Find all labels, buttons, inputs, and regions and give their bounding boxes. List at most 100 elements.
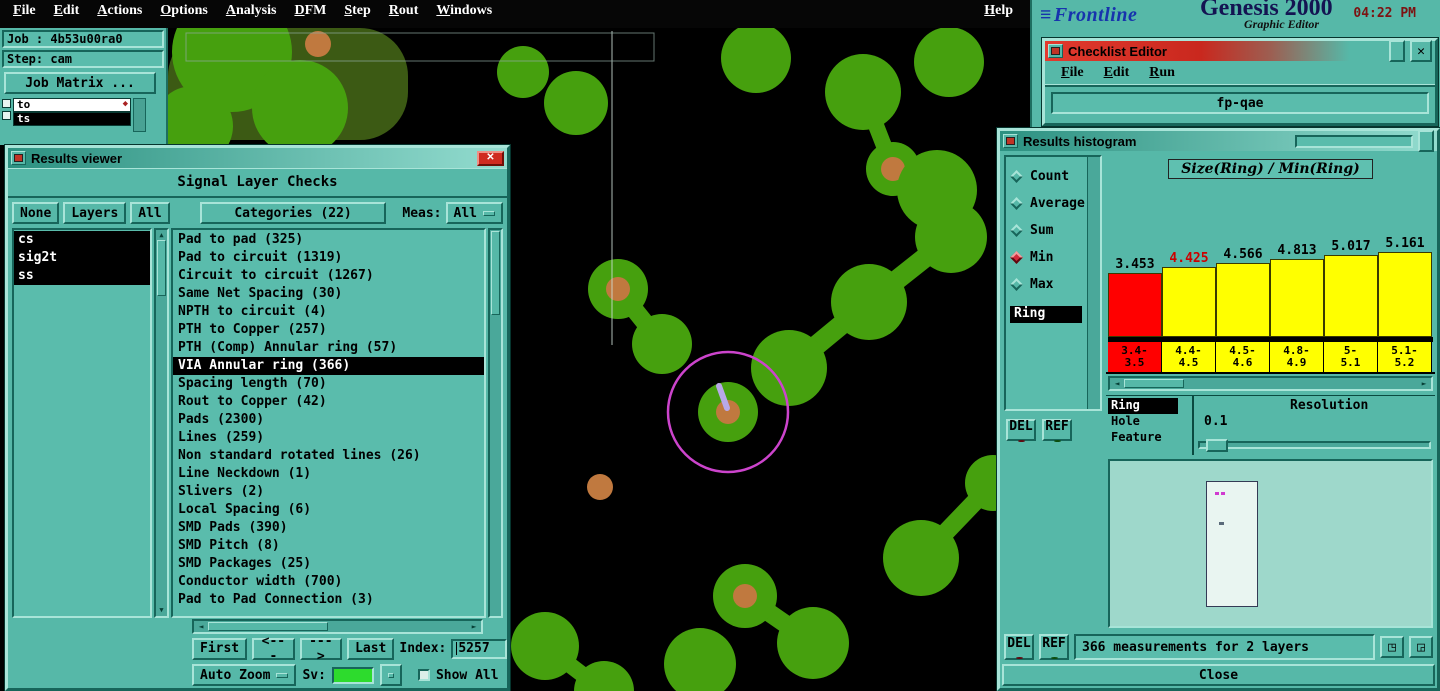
menu-edit[interactable]: Edit <box>45 1 89 21</box>
categories-scrollbar[interactable] <box>488 228 503 618</box>
layer-row[interactable]: ts <box>13 112 131 126</box>
category-item[interactable]: Pad to circuit (1319) <box>173 249 484 267</box>
meas-dropdown[interactable]: All <box>445 202 503 224</box>
scroll-left-icon[interactable]: ◄ <box>194 622 208 631</box>
menu-windows[interactable]: Windows <box>427 1 501 21</box>
menu-step[interactable]: Step <box>335 1 379 21</box>
category-item[interactable]: Line Neckdown (1) <box>173 465 484 483</box>
scrollbar-thumb[interactable] <box>491 231 500 315</box>
category-item[interactable]: PTH (Comp) Annular ring (57) <box>173 339 484 357</box>
category-item[interactable]: Pads (2300) <box>173 411 484 429</box>
measure-item[interactable]: Hole <box>1108 414 1178 430</box>
step-field[interactable]: Step: cam <box>2 50 164 68</box>
auto-zoom-dropdown[interactable]: Auto Zoom <box>192 664 297 686</box>
category-item[interactable]: Rout to Copper (42) <box>173 393 484 411</box>
job-field[interactable]: Job : 4b53u00ra0 <box>2 30 164 48</box>
close-icon[interactable]: ✕ <box>1410 40 1432 62</box>
layer-item[interactable]: cs <box>14 231 150 249</box>
category-item[interactable]: VIA Annular ring (366) <box>173 357 484 375</box>
category-item[interactable]: PTH to Copper (257) <box>173 321 484 339</box>
layer-item[interactable]: sig2t <box>14 249 150 267</box>
histogram-bar[interactable]: 4.813 <box>1270 243 1324 337</box>
layer-item[interactable]: ss <box>14 267 150 285</box>
menu-help[interactable]: Help <box>975 1 1022 21</box>
measurement-preview[interactable] <box>1108 459 1433 628</box>
filter-all-button[interactable]: All <box>130 202 170 224</box>
category-item[interactable]: Pad to Pad Connection (3) <box>173 591 484 609</box>
scrollbar-thumb[interactable] <box>208 622 328 631</box>
zoom-view-icon[interactable]: ◲ <box>1409 636 1433 658</box>
titlebar-button[interactable] <box>1418 130 1434 152</box>
ref-button[interactable]: REF <box>1039 634 1069 660</box>
checklist-menu-file[interactable]: File <box>1053 63 1092 83</box>
filter-layers-button[interactable]: Layers <box>63 202 127 224</box>
layer-list-scrollbar[interactable] <box>133 98 146 132</box>
del-button[interactable]: DEL <box>1004 634 1034 660</box>
filter-none-button[interactable]: None <box>12 202 60 224</box>
checklist-editor-titlebar[interactable]: Checklist Editor ✕ <box>1045 40 1435 62</box>
measure-item[interactable]: Feature <box>1108 430 1178 446</box>
measure-item[interactable]: Ring <box>1108 398 1178 414</box>
category-item[interactable]: Spacing length (70) <box>173 375 484 393</box>
menu-file[interactable]: File <box>4 1 45 21</box>
series-item[interactable]: Ring <box>1010 306 1082 323</box>
index-input[interactable]: 5257 <box>451 638 507 659</box>
ref-button[interactable]: REF <box>1042 419 1072 442</box>
category-item[interactable]: Pad to pad (325) <box>173 231 484 249</box>
scrollbar-thumb[interactable] <box>157 240 166 296</box>
category-item[interactable]: SMD Pads (390) <box>173 519 484 537</box>
stat-option-average[interactable]: Average <box>1006 190 1087 217</box>
category-item[interactable]: SMD Packages (25) <box>173 555 484 573</box>
window-menu-icon[interactable] <box>1048 44 1063 58</box>
shade-button[interactable] <box>1389 40 1405 62</box>
scroll-right-icon[interactable]: ► <box>467 622 481 631</box>
category-item[interactable]: NPTH to circuit (4) <box>173 303 484 321</box>
category-item[interactable]: Lines (259) <box>173 429 484 447</box>
resolution-slider[interactable] <box>1198 439 1431 452</box>
menu-options[interactable]: Options <box>151 1 216 21</box>
scroll-left-icon[interactable]: ◄ <box>1110 379 1124 388</box>
histogram-bar[interactable]: 4.425 <box>1162 251 1216 337</box>
stat-scrollbar[interactable] <box>1087 157 1100 409</box>
scroll-right-icon[interactable]: ► <box>1417 379 1431 388</box>
checklist-name-field[interactable]: fp-qae <box>1051 92 1429 114</box>
menu-actions[interactable]: Actions <box>88 1 151 21</box>
stat-option-min[interactable]: Min <box>1006 244 1087 271</box>
results-viewer-titlebar[interactable]: Results viewer ✕ <box>8 148 507 168</box>
layer-checkbox[interactable] <box>2 99 11 108</box>
layers-scrollbar[interactable]: ▲ ▼ <box>154 228 169 618</box>
category-item[interactable]: Same Net Spacing (30) <box>173 285 484 303</box>
histogram-hscrollbar[interactable]: ◄ ► <box>1108 376 1433 391</box>
show-all-checkbox[interactable] <box>417 669 430 681</box>
menu-rout[interactable]: Rout <box>380 1 428 21</box>
window-menu-icon[interactable] <box>11 151 26 165</box>
category-item[interactable]: Conductor width (700) <box>173 573 484 591</box>
sv-dropdown[interactable] <box>379 664 402 686</box>
category-item[interactable]: Local Spacing (6) <box>173 501 484 519</box>
histogram-bar[interactable]: 3.453 <box>1108 257 1162 337</box>
menu-analysis[interactable]: Analysis <box>217 1 286 21</box>
close-icon[interactable]: ✕ <box>477 150 504 166</box>
stat-option-count[interactable]: Count <box>1006 163 1087 190</box>
category-item[interactable]: Slivers (2) <box>173 483 484 501</box>
categories-header-button[interactable]: Categories (22) <box>199 202 387 224</box>
job-matrix-button[interactable]: Job Matrix ... <box>4 72 156 94</box>
histogram-bar[interactable]: 4.566 <box>1216 247 1270 337</box>
scroll-down-icon[interactable]: ▼ <box>159 606 163 615</box>
layer-row[interactable]: to ◆ <box>13 98 131 112</box>
category-item[interactable]: SMD Pitch (8) <box>173 537 484 555</box>
layer-checkbox[interactable] <box>2 111 11 120</box>
close-histogram-button[interactable]: Close <box>1002 664 1435 686</box>
last-button[interactable]: Last <box>347 637 395 660</box>
prev-button[interactable]: <--- <box>252 634 295 664</box>
categories-hscrollbar[interactable]: ◄ ► <box>192 619 483 634</box>
histogram-bar[interactable]: 5.017 <box>1324 239 1378 337</box>
stat-option-sum[interactable]: Sum <box>1006 217 1087 244</box>
category-item[interactable]: Circuit to circuit (1267) <box>173 267 484 285</box>
slider-thumb[interactable] <box>1206 439 1228 452</box>
next-button[interactable]: ---> <box>299 634 343 664</box>
del-button[interactable]: DEL <box>1006 419 1036 442</box>
results-histogram-titlebar[interactable]: Results histogram <box>1000 130 1437 152</box>
menu-dfm[interactable]: DFM <box>285 1 335 21</box>
scrollbar-thumb[interactable] <box>1124 379 1184 388</box>
